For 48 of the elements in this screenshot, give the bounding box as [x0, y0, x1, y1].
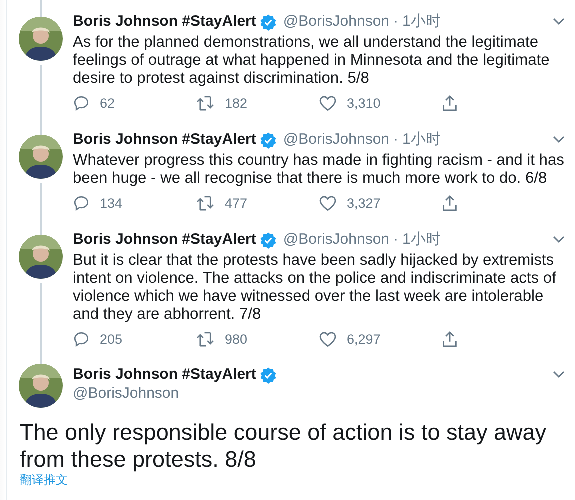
retweet-icon[interactable]	[196, 94, 215, 112]
separator-dot: ·	[394, 231, 399, 249]
separator-dot: ·	[394, 13, 399, 31]
author-handle[interactable]: @BorisJohnson	[283, 13, 390, 31]
chevron-down-icon[interactable]	[553, 371, 565, 379]
author-handle[interactable]: @BorisJohnson	[73, 384, 565, 403]
timestamp[interactable]: 1小时	[402, 131, 441, 149]
reply-count: 205	[100, 332, 123, 346]
avatar[interactable]	[19, 17, 63, 61]
heart-icon[interactable]	[319, 330, 337, 348]
like-count: 6,297	[347, 332, 381, 346]
chevron-down-icon[interactable]	[553, 236, 565, 244]
heart-icon[interactable]	[319, 194, 337, 212]
reply-count: 134	[100, 196, 123, 210]
share-icon[interactable]	[442, 330, 458, 348]
retweet-count: 980	[225, 332, 248, 346]
author-name[interactable]: Boris Johnson #StayAlert	[73, 231, 256, 249]
separator-dot: ·	[394, 131, 399, 149]
retweet-icon[interactable]	[196, 330, 215, 348]
avatar[interactable]	[19, 364, 63, 408]
timestamp[interactable]: 1小时	[402, 13, 441, 31]
like-count: 3,310	[347, 96, 381, 110]
avatar[interactable]	[19, 235, 63, 279]
author-handle[interactable]: @BorisJohnson	[283, 231, 390, 249]
translate-link[interactable]: 翻译推文	[20, 473, 68, 487]
heart-icon[interactable]	[319, 94, 337, 112]
share-icon[interactable]	[442, 194, 458, 212]
tweet-text: The only responsible course of action is to stay away from these protests. 8/8	[20, 419, 548, 473]
author-handle[interactable]: @BorisJohnson	[283, 131, 390, 149]
like-count: 3,327	[347, 196, 381, 210]
tweet-text: But it is clear that the protests have been sadly hijacked by extremists intent on violence. The attacks on the police and indiscriminate acts of violence which we have witnessed over the last week are intolerable and they are abhorrent. 7/8	[73, 252, 558, 324]
reply-icon[interactable]	[73, 94, 90, 112]
share-icon[interactable]	[442, 94, 458, 112]
reply-icon[interactable]	[73, 194, 90, 212]
reply-count: 62	[100, 96, 116, 110]
retweet-icon[interactable]	[196, 194, 215, 212]
author-name[interactable]: Boris Johnson #StayAlert	[73, 131, 256, 149]
retweet-count: 477	[225, 196, 248, 210]
tweet-text: Whatever progress this country has made in fighting racism - and it has been huge - we all recognise that there is much more work to do. 6/8	[73, 152, 565, 188]
chevron-down-icon[interactable]	[553, 136, 565, 144]
reply-icon[interactable]	[73, 330, 90, 348]
author-name[interactable]: Boris Johnson #StayAlert	[73, 366, 256, 384]
retweet-count: 182	[225, 96, 248, 110]
chevron-down-icon[interactable]	[553, 18, 565, 26]
timestamp[interactable]: 1小时	[402, 231, 441, 249]
avatar[interactable]	[19, 135, 63, 179]
author-name[interactable]: Boris Johnson #StayAlert	[73, 13, 256, 31]
tweet-text: As for the planned demonstrations, we all understand the legitimate feelings of outrage at what happened in Minnesota and the legitimate desire to protest against discrimination. 5/8	[73, 34, 551, 88]
